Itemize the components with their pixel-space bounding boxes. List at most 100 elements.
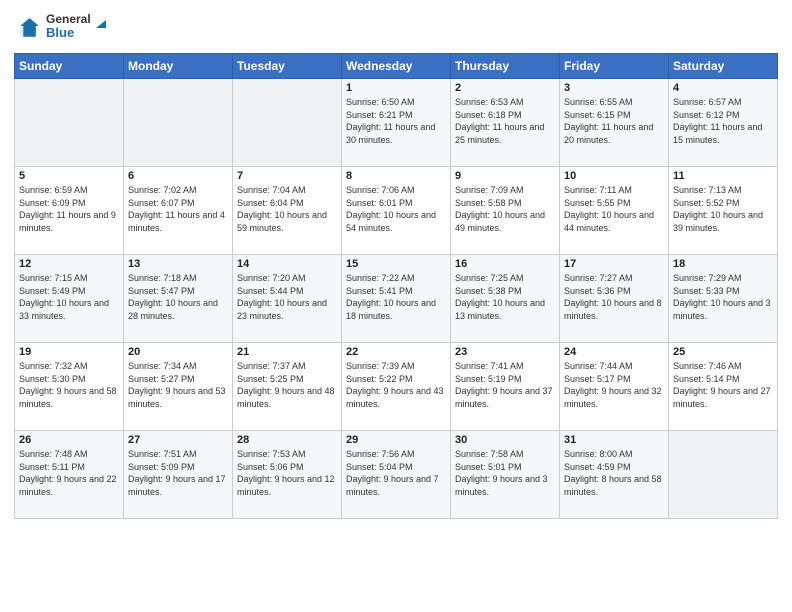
day-number: 18 [673, 258, 773, 270]
day-number: 4 [673, 82, 773, 94]
header: General Blue [14, 10, 778, 47]
day-cell [124, 79, 233, 167]
day-info: Sunrise: 7:13 AM Sunset: 5:52 PM Dayligh… [673, 184, 773, 234]
weekday-header-row: SundayMondayTuesdayWednesdayThursdayFrid… [15, 54, 778, 79]
page: General Blue SundayMondayTuesdayWednesda… [0, 0, 792, 612]
day-info: Sunrise: 7:58 AM Sunset: 5:01 PM Dayligh… [455, 448, 555, 498]
day-number: 15 [346, 258, 446, 270]
day-info: Sunrise: 7:56 AM Sunset: 5:04 PM Dayligh… [346, 448, 446, 498]
day-cell: 18Sunrise: 7:29 AM Sunset: 5:33 PM Dayli… [669, 255, 778, 343]
day-info: Sunrise: 7:18 AM Sunset: 5:47 PM Dayligh… [128, 272, 228, 322]
day-number: 29 [346, 434, 446, 446]
weekday-header-monday: Monday [124, 54, 233, 79]
logo: General Blue [14, 10, 106, 47]
day-cell: 11 Sunrise: 7:13 AM Sunset: 5:52 PM Dayli… [669, 167, 778, 255]
day-info: Sunrise: 7:32 AM Sunset: 5:30 PM Dayligh… [19, 360, 119, 410]
day-info: Sunrise: 7:34 AM Sunset: 5:27 PM Dayligh… [128, 360, 228, 410]
day-number: 11 [673, 170, 773, 182]
day-cell: 29 Sunrise: 7:56 AM Sunset: 5:04 PM Dayli… [342, 431, 451, 519]
day-cell: 8Sunrise: 7:06 AM Sunset: 6:01 PM Daylig… [342, 167, 451, 255]
day-number: 14 [237, 258, 337, 270]
day-info: Sunrise: 7:02 AM Sunset: 6:07 PM Dayligh… [128, 184, 228, 234]
day-info: Sunrise: 6:50 AM Sunset: 6:21 PM Dayligh… [346, 96, 446, 146]
day-info: Sunrise: 7:48 AM Sunset: 5:11 PM Dayligh… [19, 448, 119, 498]
day-info: Sunrise: 7:15 AM Sunset: 5:49 PM Dayligh… [19, 272, 119, 322]
day-info: Sunrise: 6:59 AM Sunset: 6:09 PM Dayligh… [19, 184, 119, 234]
day-number: 25 [673, 346, 773, 358]
day-number: 9 [455, 170, 555, 182]
calendar-table: SundayMondayTuesdayWednesdayThursdayFrid… [14, 53, 778, 519]
day-cell: 15 Sunrise: 7:22 AM Sunset: 5:41 PM Dayli… [342, 255, 451, 343]
week-row-2: 5Sunrise: 6:59 AM Sunset: 6:09 PM Daylig… [15, 167, 778, 255]
day-number: 20 [128, 346, 228, 358]
day-info: Sunrise: 7:09 AM Sunset: 5:58 PM Dayligh… [455, 184, 555, 234]
logo-svg: General Blue [46, 10, 106, 42]
day-info: Sunrise: 6:55 AM Sunset: 6:15 PM Dayligh… [564, 96, 664, 146]
day-cell: 14 Sunrise: 7:20 AM Sunset: 5:44 PM Dayli… [233, 255, 342, 343]
svg-text:Blue: Blue [46, 25, 74, 40]
day-info: Sunrise: 7:06 AM Sunset: 6:01 PM Dayligh… [346, 184, 446, 234]
day-cell: 23 Sunrise: 7:41 AM Sunset: 5:19 PM Dayli… [451, 343, 560, 431]
weekday-header-wednesday: Wednesday [342, 54, 451, 79]
day-info: Sunrise: 7:41 AM Sunset: 5:19 PM Dayligh… [455, 360, 555, 410]
day-cell: 3 Sunrise: 6:55 AM Sunset: 6:15 PM Daylig… [560, 79, 669, 167]
day-info: Sunrise: 7:20 AM Sunset: 5:44 PM Dayligh… [237, 272, 337, 322]
weekday-header-thursday: Thursday [451, 54, 560, 79]
day-number: 30 [455, 434, 555, 446]
weekday-header-tuesday: Tuesday [233, 54, 342, 79]
day-cell [669, 431, 778, 519]
day-number: 22 [346, 346, 446, 358]
day-info: Sunrise: 7:46 AM Sunset: 5:14 PM Dayligh… [673, 360, 773, 410]
day-cell: 31 Sunrise: 8:00 AM Sunset: 4:59 PM Dayli… [560, 431, 669, 519]
day-number: 1 [346, 82, 446, 94]
day-cell: 21 Sunrise: 7:37 AM Sunset: 5:25 PM Dayli… [233, 343, 342, 431]
day-number: 31 [564, 434, 664, 446]
day-number: 19 [19, 346, 119, 358]
day-info: Sunrise: 8:00 AM Sunset: 4:59 PM Dayligh… [564, 448, 664, 498]
day-number: 10 [564, 170, 664, 182]
day-number: 27 [128, 434, 228, 446]
day-cell: 30 Sunrise: 7:58 AM Sunset: 5:01 PM Dayli… [451, 431, 560, 519]
day-number: 21 [237, 346, 337, 358]
day-number: 23 [455, 346, 555, 358]
weekday-header-friday: Friday [560, 54, 669, 79]
day-number: 7 [237, 170, 337, 182]
day-info: Sunrise: 7:22 AM Sunset: 5:41 PM Dayligh… [346, 272, 446, 322]
day-cell: 1 Sunrise: 6:50 AM Sunset: 6:21 PM Daylig… [342, 79, 451, 167]
week-row-3: 12 Sunrise: 7:15 AM Sunset: 5:49 PM Dayli… [15, 255, 778, 343]
weekday-header-saturday: Saturday [669, 54, 778, 79]
day-number: 3 [564, 82, 664, 94]
weekday-header-sunday: Sunday [15, 54, 124, 79]
day-info: Sunrise: 7:51 AM Sunset: 5:09 PM Dayligh… [128, 448, 228, 498]
day-info: Sunrise: 7:11 AM Sunset: 5:55 PM Dayligh… [564, 184, 664, 234]
day-cell: 13Sunrise: 7:18 AM Sunset: 5:47 PM Dayli… [124, 255, 233, 343]
day-number: 17 [564, 258, 664, 270]
day-cell: 22 Sunrise: 7:39 AM Sunset: 5:22 PM Dayli… [342, 343, 451, 431]
day-cell: 20 Sunrise: 7:34 AM Sunset: 5:27 PM Dayli… [124, 343, 233, 431]
day-number: 6 [128, 170, 228, 182]
day-cell: 16Sunrise: 7:25 AM Sunset: 5:38 PM Dayli… [451, 255, 560, 343]
day-cell: 2Sunrise: 6:53 AM Sunset: 6:18 PM Daylig… [451, 79, 560, 167]
day-cell: 26Sunrise: 7:48 AM Sunset: 5:11 PM Dayli… [15, 431, 124, 519]
day-cell: 5Sunrise: 6:59 AM Sunset: 6:09 PM Daylig… [15, 167, 124, 255]
day-cell: 6 Sunrise: 7:02 AM Sunset: 6:07 PM Daylig… [124, 167, 233, 255]
day-cell [233, 79, 342, 167]
day-cell: 4Sunrise: 6:57 AM Sunset: 6:12 PM Daylig… [669, 79, 778, 167]
day-cell: 28Sunrise: 7:53 AM Sunset: 5:06 PM Dayli… [233, 431, 342, 519]
day-cell: 17Sunrise: 7:27 AM Sunset: 5:36 PM Dayli… [560, 255, 669, 343]
day-number: 12 [19, 258, 119, 270]
day-info: Sunrise: 7:04 AM Sunset: 6:04 PM Dayligh… [237, 184, 337, 234]
day-cell: 10 Sunrise: 7:11 AM Sunset: 5:55 PM Dayli… [560, 167, 669, 255]
day-number: 24 [564, 346, 664, 358]
day-info: Sunrise: 7:25 AM Sunset: 5:38 PM Dayligh… [455, 272, 555, 322]
day-cell: 19 Sunrise: 7:32 AM Sunset: 5:30 PM Dayli… [15, 343, 124, 431]
day-info: Sunrise: 7:44 AM Sunset: 5:17 PM Dayligh… [564, 360, 664, 410]
day-cell [15, 79, 124, 167]
week-row-4: 19 Sunrise: 7:32 AM Sunset: 5:30 PM Dayli… [15, 343, 778, 431]
day-info: Sunrise: 7:37 AM Sunset: 5:25 PM Dayligh… [237, 360, 337, 410]
logo-text-block: General Blue [46, 10, 106, 47]
day-info: Sunrise: 7:39 AM Sunset: 5:22 PM Dayligh… [346, 360, 446, 410]
svg-text:General: General [46, 12, 91, 26]
day-cell: 9 Sunrise: 7:09 AM Sunset: 5:58 PM Daylig… [451, 167, 560, 255]
day-cell: 27 Sunrise: 7:51 AM Sunset: 5:09 PM Dayli… [124, 431, 233, 519]
